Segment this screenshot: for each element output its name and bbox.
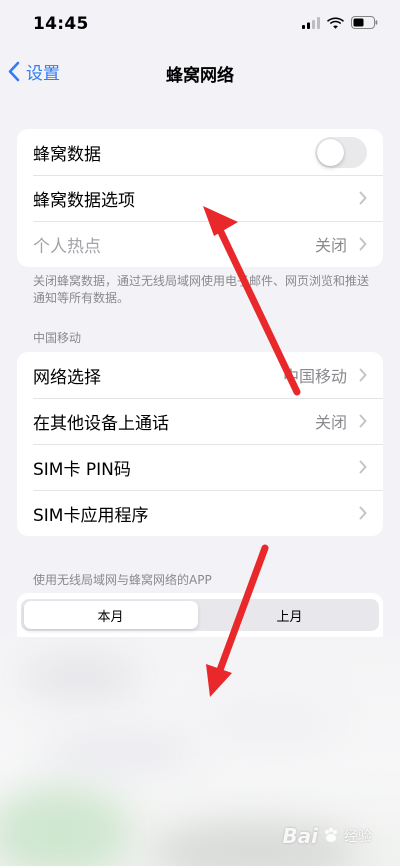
cellular-signal-icon bbox=[302, 16, 320, 29]
battery-icon bbox=[351, 16, 378, 29]
blur-blob bbox=[0, 787, 130, 866]
chevron-right-icon bbox=[359, 414, 367, 428]
watermark-text: 经验 bbox=[344, 829, 372, 845]
chevron-right-icon bbox=[359, 460, 367, 474]
calls-on-other-devices-value: 关闭 bbox=[314, 413, 347, 432]
chevron-right-icon bbox=[359, 237, 367, 251]
cellular-data-label: 蜂窝数据 bbox=[33, 144, 101, 165]
blurred-app-list: Bai 经验 bbox=[0, 637, 400, 866]
apps-section-header: 使用无线局域网与蜂窝网络的APP bbox=[33, 573, 212, 587]
blur-blob bbox=[20, 657, 140, 697]
blur-blob bbox=[200, 697, 340, 747]
cellular-data-footer-note: 关闭蜂窝数据，通过无线局域网使用电子邮件、网页浏览和推送通知等所有数据。 bbox=[33, 274, 370, 305]
cellular-settings-group: 蜂窝数据 蜂窝数据选项 个人热点 关闭 bbox=[17, 129, 383, 267]
baidu-jingyan-watermark: Bai 经验 bbox=[282, 824, 372, 848]
personal-hotspot-value: 关闭 bbox=[314, 236, 347, 255]
cellular-data-row: 蜂窝数据 bbox=[17, 129, 383, 175]
personal-hotspot-row[interactable]: 个人热点 关闭 bbox=[17, 221, 383, 267]
personal-hotspot-label: 个人热点 bbox=[33, 236, 101, 257]
watermark-logo: Bai bbox=[282, 824, 318, 848]
blur-blob bbox=[40, 727, 200, 777]
chevron-right-icon bbox=[359, 191, 367, 205]
calls-on-other-devices-label: 在其他设备上通话 bbox=[33, 413, 169, 434]
sim-pin-row[interactable]: SIM卡 PIN码 bbox=[17, 444, 383, 490]
carrier-settings-group: 网络选择 中国移动 在其他设备上通话 关闭 SIM卡 PIN码 SIM卡应用程序 bbox=[17, 352, 383, 536]
paw-icon bbox=[325, 828, 337, 842]
nav-bar: 设置 蜂窝网络 bbox=[0, 50, 400, 94]
network-selection-value: 中国移动 bbox=[282, 367, 347, 386]
cellular-data-options-label: 蜂窝数据选项 bbox=[33, 190, 135, 211]
cellular-data-toggle[interactable] bbox=[315, 137, 367, 168]
segment-last-month[interactable]: 上月 bbox=[200, 599, 379, 631]
usage-period-segmented-control: 本月 上月 bbox=[21, 599, 379, 631]
wifi-icon bbox=[327, 17, 344, 29]
status-time: 14:45 bbox=[33, 14, 89, 34]
status-bar: 14:45 bbox=[0, 0, 400, 50]
status-icons bbox=[302, 16, 378, 29]
chevron-right-icon bbox=[359, 506, 367, 520]
sim-applications-row[interactable]: SIM卡应用程序 bbox=[17, 490, 383, 536]
carrier-section-header: 中国移动 bbox=[33, 331, 82, 345]
toggle-knob bbox=[317, 139, 344, 166]
network-selection-row[interactable]: 网络选择 中国移动 bbox=[17, 352, 383, 398]
sim-applications-label: SIM卡应用程序 bbox=[33, 505, 149, 526]
calls-on-other-devices-row[interactable]: 在其他设备上通话 关闭 bbox=[17, 398, 383, 444]
chevron-right-icon bbox=[359, 368, 367, 382]
cellular-data-options-row[interactable]: 蜂窝数据选项 bbox=[17, 175, 383, 221]
page-title: 蜂窝网络 bbox=[166, 66, 234, 86]
network-selection-label: 网络选择 bbox=[33, 367, 101, 388]
sim-pin-label: SIM卡 PIN码 bbox=[33, 459, 131, 480]
usage-period-card: 本月 上月 bbox=[17, 593, 383, 639]
segment-this-month[interactable]: 本月 bbox=[21, 599, 200, 631]
